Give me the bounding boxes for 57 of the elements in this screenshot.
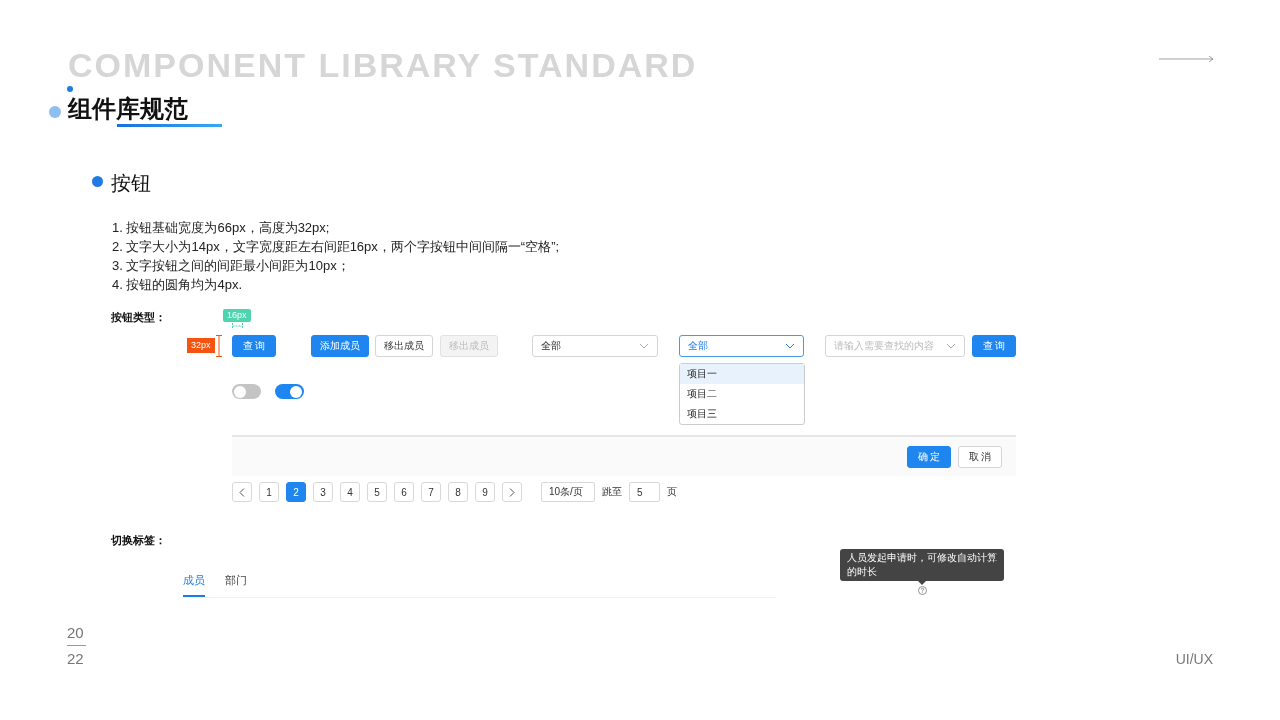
rule-text: 2. 文字大小为14px，文字宽度距左右间距16px，两个字按钮中间间隔一“空格”; — [112, 238, 561, 256]
arrow-right-icon — [1159, 56, 1214, 62]
section-title: 按钮 — [111, 171, 151, 196]
page-unit-label: 页 — [667, 485, 677, 499]
toggle-switch[interactable] — [232, 384, 261, 399]
help-icon[interactable] — [917, 586, 927, 595]
next-page-button[interactable] — [502, 482, 522, 502]
primary-button[interactable]: 查 询 — [232, 335, 276, 357]
page-number: 20 — [67, 624, 84, 642]
toggle-switch[interactable] — [275, 384, 304, 399]
tooltip: 人员发起申请时，可修改自动计算的时长 — [840, 549, 1004, 581]
rule-text: 4. 按钮的圆角均为4px. — [112, 276, 244, 294]
jump-label: 跳至 — [602, 485, 622, 499]
width-dimension-icon — [232, 323, 243, 329]
page-size-select[interactable]: 10条/页 — [541, 482, 595, 502]
dropdown-option[interactable]: 项目二 — [679, 384, 804, 404]
page-button[interactable]: 5 — [367, 482, 387, 502]
default-button[interactable]: 取 消 — [958, 445, 1002, 468]
select-value: 全部 — [541, 339, 561, 353]
subsection-label: 按钮类型： — [111, 310, 166, 324]
page-button[interactable]: 9 — [475, 482, 495, 502]
page-button[interactable]: 8 — [448, 482, 468, 502]
footer-tag: UI/UX — [1175, 650, 1213, 668]
primary-button[interactable]: 确 定 — [907, 445, 951, 468]
chevron-right-icon — [509, 487, 515, 497]
subsection-label: 切换标签： — [111, 533, 166, 547]
bullet-dot — [92, 175, 103, 187]
tab[interactable]: 部门 — [225, 567, 247, 597]
default-button[interactable]: 移出成员 — [375, 335, 433, 357]
chevron-down-icon — [638, 343, 649, 349]
previous-page-button[interactable] — [232, 482, 252, 502]
rule-text: 3. 文字按钮之间的间距最小间距为10px； — [112, 257, 351, 275]
chevron-down-icon — [785, 343, 796, 349]
select-field[interactable]: 全部 — [532, 335, 658, 357]
chevron-left-icon — [239, 487, 245, 497]
select-value: 全部 — [687, 339, 708, 353]
spacing-tag: 16px — [223, 309, 251, 322]
page-number: 22 — [67, 650, 84, 668]
page-input[interactable]: 5 — [629, 482, 660, 502]
page-button[interactable]: 7 — [421, 482, 441, 502]
dropdown-option[interactable]: 项目一 — [679, 364, 804, 384]
page-button[interactable]: 2 — [286, 482, 306, 502]
page-button[interactable]: 3 — [313, 482, 333, 502]
tab[interactable]: 成员 — [183, 567, 205, 597]
accent-dot — [49, 106, 61, 118]
height-dimension-icon — [216, 335, 222, 357]
dropdown-option[interactable]: 项目三 — [679, 404, 804, 424]
page-button[interactable]: 6 — [394, 482, 414, 502]
accent-dot — [67, 86, 73, 92]
page-title: 组件库规范 — [68, 94, 189, 124]
page-button[interactable]: 4 — [340, 482, 360, 502]
height-tag: 32px — [187, 338, 215, 353]
rule-text: 1. 按钮基础宽度为66px，高度为32px; — [112, 219, 331, 237]
primary-button[interactable]: 添加成员 — [311, 335, 369, 357]
search-button[interactable]: 查 询 — [972, 335, 1016, 357]
page-button[interactable]: 1 — [259, 482, 279, 502]
chevron-down-icon — [946, 343, 956, 349]
